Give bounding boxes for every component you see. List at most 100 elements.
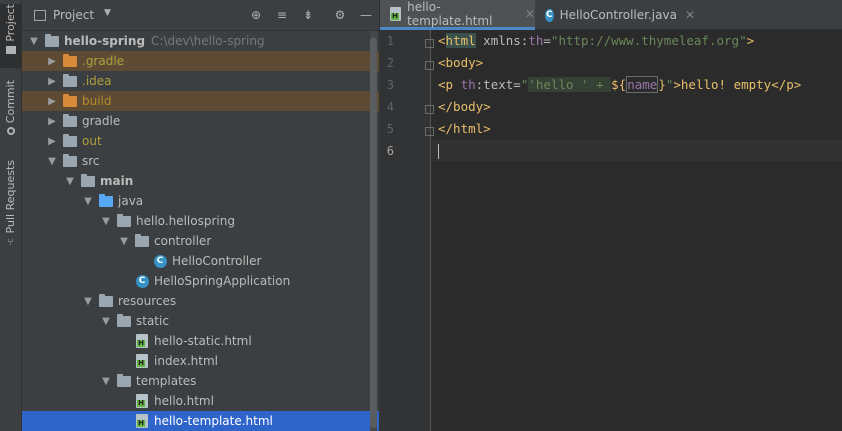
tree-item-build[interactable]: ▶ build <box>22 91 379 111</box>
text-cursor <box>438 144 439 159</box>
tree-item-hello-static-html[interactable]: hello-static.html <box>22 331 379 351</box>
html-file-icon <box>134 334 150 348</box>
close-icon[interactable]: ✕ <box>685 8 695 22</box>
folder-icon <box>62 73 78 88</box>
tree-item-controller[interactable]: ▼ controller <box>22 231 379 251</box>
project-tool-button[interactable]: Project <box>0 4 21 68</box>
pull-request-icon: ⑂ <box>7 237 14 249</box>
chevron-right-icon[interactable]: ▶ <box>46 116 58 127</box>
folder-icon <box>116 373 132 388</box>
commit-icon <box>6 127 15 136</box>
project-scrollbar-thumb[interactable] <box>370 38 377 428</box>
commit-tool-label: Commit <box>4 80 17 124</box>
tree-item-out[interactable]: ▶ out <box>22 131 379 151</box>
code-line-3[interactable]: <p th:text="'hello ' + ${name}">hello! e… <box>438 76 801 93</box>
tree-item-resources[interactable]: ▼ resources <box>22 291 379 311</box>
pull-requests-tool-button[interactable]: Pull Requests ⑂ <box>0 160 21 250</box>
editor-tabs: hello-template.html ✕ C HelloController.… <box>380 0 842 30</box>
line-number: 2 <box>386 56 394 70</box>
chevron-down-icon[interactable]: ▼ <box>28 36 40 47</box>
locate-icon[interactable]: ⊕ <box>248 7 264 23</box>
tree-item-hello-template-html[interactable]: hello-template.html <box>22 411 379 431</box>
chevron-right-icon[interactable]: ▶ <box>46 56 58 67</box>
collapse-all-icon[interactable]: ⇟ <box>300 7 316 23</box>
tree-item-main[interactable]: ▼ main <box>22 171 379 191</box>
chevron-right-icon[interactable]: ▶ <box>46 136 58 147</box>
java-class-icon: C <box>545 8 554 22</box>
code-line-5[interactable]: </html> <box>438 121 491 136</box>
chevron-down-icon[interactable]: ▼ <box>104 8 111 18</box>
fold-marker-icon[interactable] <box>425 127 434 136</box>
tool-window-stripe: Project Commit Pull Requests ⑂ <box>0 0 22 431</box>
project-panel: Project ▼ ⊕ ≡ ⇟ ⚙ — ▼ hello-spring C:\de… <box>22 0 379 431</box>
line-number: 6 <box>386 144 394 158</box>
tree-item-idea[interactable]: ▶ .idea <box>22 71 379 91</box>
tree-item-java[interactable]: ▼ java <box>22 191 379 211</box>
code-line-1[interactable]: <html xmlns:th="http://www.thymeleaf.org… <box>438 33 754 48</box>
code-line-2[interactable]: <body> <box>438 55 483 70</box>
fold-marker-icon[interactable] <box>425 39 434 48</box>
tree-item-gradle-hidden[interactable]: ▶ .gradle <box>22 51 379 71</box>
tree-item-hello-spring[interactable]: ▼ hello-spring C:\dev\hello-spring <box>22 31 379 51</box>
html-file-icon <box>390 6 402 21</box>
chevron-down-icon[interactable]: ▼ <box>100 316 112 327</box>
chevron-down-icon[interactable]: ▼ <box>82 196 94 207</box>
excluded-folder-icon <box>62 53 78 68</box>
gear-icon[interactable]: ⚙ <box>332 7 348 23</box>
tree-item-static[interactable]: ▼ static <box>22 311 379 331</box>
module-folder-icon <box>44 33 60 48</box>
chevron-right-icon[interactable]: ▶ <box>46 96 58 107</box>
fold-marker-icon[interactable] <box>425 105 434 114</box>
close-icon[interactable]: ✕ <box>525 7 535 21</box>
fold-marker-icon[interactable] <box>425 61 434 70</box>
code-line-4[interactable]: </body> <box>438 99 491 114</box>
project-tool-label: Project <box>4 4 17 42</box>
folder-icon <box>62 153 78 168</box>
pull-requests-tool-label: Pull Requests <box>4 160 17 234</box>
chevron-right-icon[interactable]: ▶ <box>46 76 58 87</box>
expand-all-icon[interactable]: ≡ <box>274 7 290 23</box>
package-icon <box>116 213 132 228</box>
tree-item-src[interactable]: ▼ src <box>22 151 379 171</box>
chevron-down-icon[interactable]: ▼ <box>64 176 76 187</box>
tree-item-index-html[interactable]: index.html <box>22 351 379 371</box>
line-number: 1 <box>386 34 394 48</box>
folder-icon <box>62 133 78 148</box>
html-file-icon <box>134 414 150 428</box>
line-number: 4 <box>386 100 394 114</box>
chevron-down-icon[interactable]: ▼ <box>46 156 58 167</box>
source-set-folder-icon <box>80 173 96 188</box>
tree-item-hello-hellospring[interactable]: ▼ hello.hellospring <box>22 211 379 231</box>
project-view-selector[interactable]: Project <box>53 8 94 22</box>
folder-icon <box>62 113 78 128</box>
tree-item-hellospringapplication[interactable]: C HelloSpringApplication <box>22 271 379 291</box>
source-root-folder-icon <box>98 193 114 208</box>
package-icon <box>134 233 150 248</box>
tree-item-gradle[interactable]: ▶ gradle <box>22 111 379 131</box>
hide-icon[interactable]: — <box>358 7 374 23</box>
html-file-icon <box>134 394 150 408</box>
project-panel-header: Project ▼ ⊕ ≡ ⇟ ⚙ — <box>22 0 379 31</box>
tab-hellocontroller-java[interactable]: C HelloController.java ✕ <box>535 0 695 30</box>
chevron-down-icon[interactable]: ▼ <box>100 376 112 387</box>
current-line-highlight <box>432 140 842 161</box>
project-view-icon <box>34 10 46 21</box>
line-number: 3 <box>386 78 394 92</box>
java-class-icon: C <box>152 254 168 268</box>
line-number-gutter: 1 2 3 4 5 6 <box>380 30 434 431</box>
html-file-icon <box>134 354 150 368</box>
folder-icon <box>116 313 132 328</box>
tree-item-hello-html[interactable]: hello.html <box>22 391 379 411</box>
tab-hello-template-html[interactable]: hello-template.html ✕ <box>380 0 535 30</box>
chevron-down-icon[interactable]: ▼ <box>118 236 130 247</box>
line-number: 5 <box>386 122 394 136</box>
folder-icon <box>5 45 16 54</box>
resources-folder-icon <box>98 293 114 308</box>
tree-item-hellocontroller[interactable]: C HelloController <box>22 251 379 271</box>
commit-tool-button[interactable]: Commit <box>0 80 21 142</box>
chevron-down-icon[interactable]: ▼ <box>100 216 112 227</box>
tree-item-templates[interactable]: ▼ templates <box>22 371 379 391</box>
excluded-folder-icon <box>62 93 78 108</box>
editor-area: hello-template.html ✕ C HelloController.… <box>380 0 842 431</box>
chevron-down-icon[interactable]: ▼ <box>82 296 94 307</box>
